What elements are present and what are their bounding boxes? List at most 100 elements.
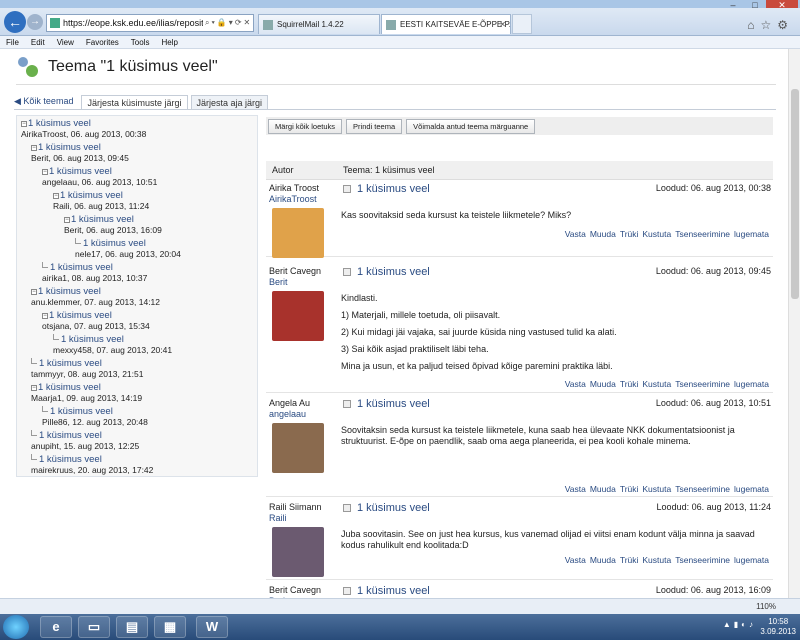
- author-login-link[interactable]: Berit: [269, 277, 321, 288]
- collapse-toggle-icon[interactable]: −: [53, 193, 59, 199]
- tab-sort-by-time[interactable]: Järjesta aja järgi: [190, 95, 269, 110]
- edit-link[interactable]: Muuda: [590, 379, 616, 389]
- menu-edit[interactable]: Edit: [25, 36, 51, 48]
- thread-node-link[interactable]: 1 küsimus veel: [39, 454, 102, 465]
- back-button[interactable]: ←: [4, 11, 26, 33]
- thread-node-meta: otsjana, 07. aug 2013, 15:34: [42, 321, 150, 331]
- thread-tree-node: 1 küsimus veel airika1, 08. aug 2013, 10:…: [42, 262, 147, 283]
- back-to-topics-link[interactable]: ◀ Kõik teemad: [14, 96, 73, 110]
- post-title[interactable]: 1 küsimus veel: [357, 502, 430, 514]
- thread-node-link[interactable]: 1 küsimus veel: [61, 334, 124, 345]
- collapse-toggle-icon[interactable]: −: [31, 385, 37, 391]
- browser-tab-squirrelmail[interactable]: SquirrelMail 1.4.22: [258, 14, 380, 34]
- post-title[interactable]: 1 küsimus veel: [357, 398, 430, 410]
- censor-link[interactable]: Tsenseerimine: [675, 379, 730, 389]
- address-controls-icon[interactable]: ⌕▾🔒▾⟳✕: [205, 18, 252, 28]
- delete-link[interactable]: Kustuta: [642, 484, 671, 494]
- thread-node-link[interactable]: 1 küsimus veel: [50, 262, 113, 273]
- notes-icon[interactable]: ▤: [116, 616, 148, 638]
- tree-branch-icon: [42, 406, 48, 412]
- tab-sort-by-question[interactable]: Järjesta küsimuste järgi: [81, 95, 188, 110]
- zoom-level[interactable]: 110%: [756, 602, 776, 611]
- thread-node-link[interactable]: 1 küsimus veel: [39, 430, 102, 441]
- system-tray-icons[interactable]: ▲▮◐♪: [723, 620, 756, 629]
- menu-view[interactable]: View: [51, 36, 80, 48]
- mark-unread-link[interactable]: lugemata: [734, 555, 769, 565]
- scrollbar-thumb[interactable]: [791, 89, 799, 299]
- edit-link[interactable]: Muuda: [590, 229, 616, 239]
- internet-explorer-icon[interactable]: e: [40, 616, 72, 638]
- author-login-link[interactable]: AirikaTroost: [269, 194, 319, 205]
- reply-link[interactable]: Vasta: [565, 229, 586, 239]
- thread-node-meta: Berit, 06. aug 2013, 09:45: [31, 153, 129, 163]
- author-login-link[interactable]: Raili: [269, 513, 322, 524]
- enable-notification-button[interactable]: Võimalda antud teema märguanne: [406, 118, 536, 134]
- address-url[interactable]: https://eope.ksk.edu.ee/ilias/repository…: [63, 18, 203, 28]
- browser-tab-active[interactable]: EESTI KAITSEVÄE E-ÕPPE P... ✕: [381, 14, 511, 34]
- menu-tools[interactable]: Tools: [125, 36, 156, 48]
- folder-icon[interactable]: ▭: [78, 616, 110, 638]
- menu-help[interactable]: Help: [155, 36, 183, 48]
- collapse-toggle-icon[interactable]: −: [64, 217, 70, 223]
- menu-file[interactable]: File: [0, 36, 25, 48]
- post-title[interactable]: 1 küsimus veel: [357, 266, 430, 278]
- mark-unread-link[interactable]: lugemata: [734, 229, 769, 239]
- app-icon[interactable]: ▦: [154, 616, 186, 638]
- word-icon[interactable]: W: [196, 616, 228, 638]
- edit-link[interactable]: Muuda: [590, 484, 616, 494]
- browser-toolbar-icons[interactable]: ⌂☆⚙: [747, 18, 794, 32]
- thread-node-link[interactable]: 1 küsimus veel: [38, 286, 101, 297]
- mark-unread-link[interactable]: lugemata: [734, 484, 769, 494]
- post-created: Loodud: 06. aug 2013, 00:38: [655, 183, 771, 193]
- collapse-toggle-icon[interactable]: −: [31, 289, 37, 295]
- print-link[interactable]: Trüki: [620, 379, 639, 389]
- thread-node-link[interactable]: 1 küsimus veel: [38, 142, 101, 153]
- collapse-toggle-icon[interactable]: −: [31, 145, 37, 151]
- censor-link[interactable]: Tsenseerimine: [675, 484, 730, 494]
- thread-node-link[interactable]: 1 küsimus veel: [39, 358, 102, 369]
- thread-node-link[interactable]: 1 küsimus veel: [28, 118, 91, 129]
- print-topic-button[interactable]: Prindi teema: [346, 118, 403, 134]
- delete-link[interactable]: Kustuta: [642, 229, 671, 239]
- menu-favorites[interactable]: Favorites: [80, 36, 125, 48]
- collapse-toggle-icon[interactable]: −: [42, 313, 48, 319]
- thread-node-link[interactable]: 1 küsimus veel: [60, 190, 123, 201]
- print-link[interactable]: Trüki: [620, 229, 639, 239]
- new-tab-button[interactable]: [512, 14, 532, 34]
- reply-link[interactable]: Vasta: [565, 484, 586, 494]
- thread-tree-node: 1 küsimus veel nele17, 06. aug 2013, 20:0…: [75, 238, 181, 259]
- collapse-toggle-icon[interactable]: −: [42, 169, 48, 175]
- reply-link[interactable]: Vasta: [565, 379, 586, 389]
- thread-node-link[interactable]: 1 küsimus veel: [49, 166, 112, 177]
- mark-unread-link[interactable]: lugemata: [734, 379, 769, 389]
- mark-all-read-button[interactable]: Märgi kõik loetuks: [268, 118, 343, 134]
- thread-node-link[interactable]: 1 küsimus veel: [50, 406, 113, 417]
- delete-link[interactable]: Kustuta: [642, 555, 671, 565]
- thread-node-link[interactable]: 1 küsimus veel: [71, 214, 134, 225]
- avatar: [272, 527, 324, 577]
- print-link[interactable]: Trüki: [620, 484, 639, 494]
- thread-node-link[interactable]: 1 küsimus veel: [49, 310, 112, 321]
- print-link[interactable]: Trüki: [620, 555, 639, 565]
- thread-node-link[interactable]: 1 küsimus veel: [83, 238, 146, 249]
- thread-node-link[interactable]: 1 küsimus veel: [38, 382, 101, 393]
- address-bar[interactable]: https://eope.ksk.edu.ee/ilias/repository…: [46, 14, 254, 32]
- page-scrollbar[interactable]: [788, 49, 800, 598]
- post-title[interactable]: 1 küsimus veel: [357, 183, 430, 195]
- forward-button[interactable]: →: [27, 14, 43, 30]
- reply-link[interactable]: Vasta: [565, 555, 586, 565]
- collapse-toggle-icon[interactable]: −: [21, 121, 27, 127]
- author-login-link[interactable]: angelaau: [269, 409, 310, 420]
- censor-link[interactable]: Tsenseerimine: [675, 555, 730, 565]
- start-button[interactable]: [3, 615, 29, 639]
- post-body: Kas soovitaksid seda kursust ka teistele…: [341, 210, 769, 227]
- taskbar-clock[interactable]: 10:58 3.09.2013: [760, 617, 796, 637]
- delete-link[interactable]: Kustuta: [642, 379, 671, 389]
- censor-link[interactable]: Tsenseerimine: [675, 229, 730, 239]
- edit-link[interactable]: Muuda: [590, 555, 616, 565]
- tree-branch-icon: [31, 358, 37, 364]
- post-author: Angela Au angelaau: [269, 398, 310, 420]
- thread-node-meta: mairekruus, 20. aug 2013, 17:42: [31, 465, 154, 475]
- close-tab-icon[interactable]: ✕: [499, 15, 506, 34]
- post-title[interactable]: 1 küsimus veel: [357, 585, 430, 597]
